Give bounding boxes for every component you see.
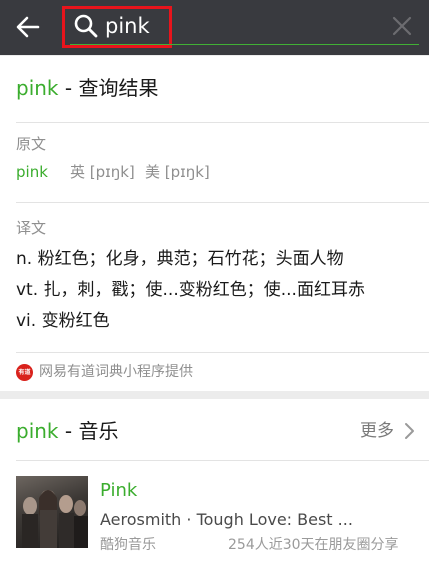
dictionary-title: pink - 查询结果 <box>16 74 158 102</box>
translation-line: vt. 扎，刺，戳；使...变粉红色；使...面红耳赤 <box>16 280 365 300</box>
translation-line: n. 粉红色；化身，典范；石竹花；头面人物 <box>16 249 344 269</box>
music-title: pink - 音乐 <box>16 417 118 445</box>
divider <box>16 122 429 123</box>
music-title-word: pink <box>16 419 59 443</box>
music-title-suffix: - 音乐 <box>58 419 119 443</box>
chevron-right-icon[interactable] <box>403 422 415 440</box>
divider <box>16 460 429 461</box>
song-title[interactable]: Pink <box>100 479 137 503</box>
youdao-logo-icon: 有道 <box>16 364 33 381</box>
search-input[interactable]: pink <box>105 12 150 40</box>
translation-label: 译文 <box>16 219 47 237</box>
clear-icon[interactable] <box>390 14 414 38</box>
top-bar: pink <box>0 0 429 55</box>
back-arrow-icon[interactable] <box>14 13 42 41</box>
phonetic-uk: 英 [pɪŋk] <box>70 163 135 181</box>
dictionary-card[interactable]: pink - 查询结果 原文 pink 英 [pɪŋk] 美 [pɪŋk] 译文… <box>0 56 429 391</box>
dictionary-title-word: pink <box>16 76 59 100</box>
song-artist: Aerosmith · Tough Love: Best ... <box>100 510 353 529</box>
music-card: pink - 音乐 更多 Pink Aerosmith · Tough Love… <box>0 399 429 565</box>
dictionary-title-suffix: - 查询结果 <box>58 76 159 100</box>
original-label: 原文 <box>16 135 47 153</box>
phonetic-us: 美 [pɪŋk] <box>145 163 210 181</box>
album-cover[interactable] <box>16 476 88 548</box>
more-link[interactable]: 更多 <box>360 419 394 443</box>
original-word: pink <box>16 163 48 181</box>
divider <box>16 352 429 353</box>
song-source: 酷狗音乐 <box>100 537 156 553</box>
divider <box>16 202 429 203</box>
provider-text: 网易有道词典小程序提供 <box>39 364 193 380</box>
search-underline <box>70 44 419 45</box>
translation-line: vi. 变粉红色 <box>16 311 110 331</box>
share-stat: 254人近30天在朋友圈分享 <box>228 537 399 553</box>
search-icon <box>74 14 98 38</box>
